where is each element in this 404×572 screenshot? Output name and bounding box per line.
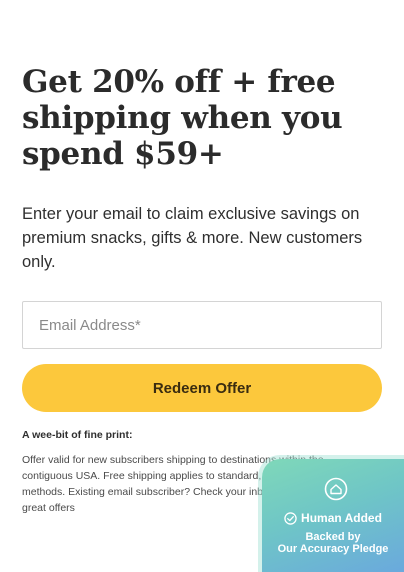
badge-title-row: Human Added [262, 511, 404, 525]
accuracy-badge[interactable]: Human Added Backed by Our Accuracy Pledg… [262, 459, 404, 572]
offer-headline: Get 20% off + free shipping when you spe… [22, 64, 343, 172]
offer-subtext: Enter your email to claim exclusive savi… [22, 205, 363, 271]
badge-line-1: Backed by [305, 531, 361, 543]
fine-print-title: A wee-bit of fine print: [22, 429, 133, 441]
email-field[interactable] [22, 301, 382, 349]
badge-title: Human Added [301, 511, 382, 525]
check-circle-icon [284, 511, 297, 525]
house-shield-icon [324, 477, 348, 501]
redeem-offer-button[interactable]: Redeem Offer [22, 364, 382, 412]
badge-line-2: Our Accuracy Pledge [277, 543, 389, 555]
badge-subtitle: Backed by Our Accuracy Pledge [262, 531, 404, 555]
